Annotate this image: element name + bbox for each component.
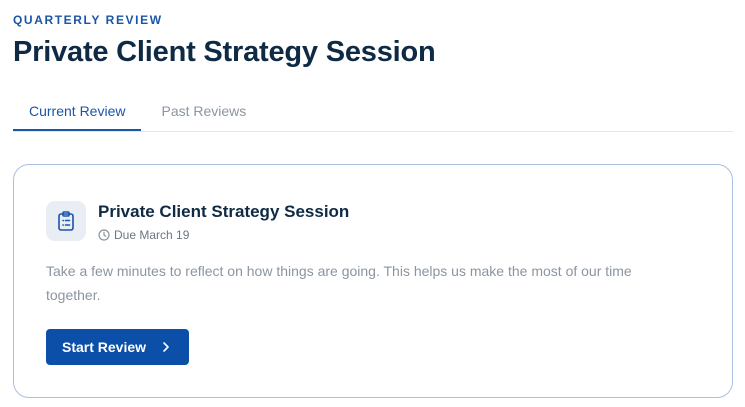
start-review-button[interactable]: Start Review bbox=[46, 329, 189, 365]
page-title: Private Client Strategy Session bbox=[13, 36, 436, 68]
tab-past-reviews[interactable]: Past Reviews bbox=[141, 90, 262, 130]
card-description: Take a few minutes to reflect on how thi… bbox=[46, 263, 632, 303]
eyebrow-label: QUARTERLY REVIEW bbox=[13, 13, 163, 27]
due-date-text: Due March 19 bbox=[114, 228, 190, 242]
clock-icon bbox=[98, 229, 110, 241]
clipboard-list-icon bbox=[46, 201, 86, 241]
review-card: Private Client Strategy Session Due Marc… bbox=[13, 164, 733, 398]
due-date-row: Due March 19 bbox=[98, 228, 189, 242]
card-title: Private Client Strategy Session bbox=[98, 202, 350, 221]
tab-current-review[interactable]: Current Review bbox=[13, 90, 142, 131]
tab-bar: Current Review Past Reviews bbox=[13, 90, 733, 132]
start-review-label: Start Review bbox=[62, 339, 147, 355]
chevron-right-icon bbox=[162, 341, 170, 353]
